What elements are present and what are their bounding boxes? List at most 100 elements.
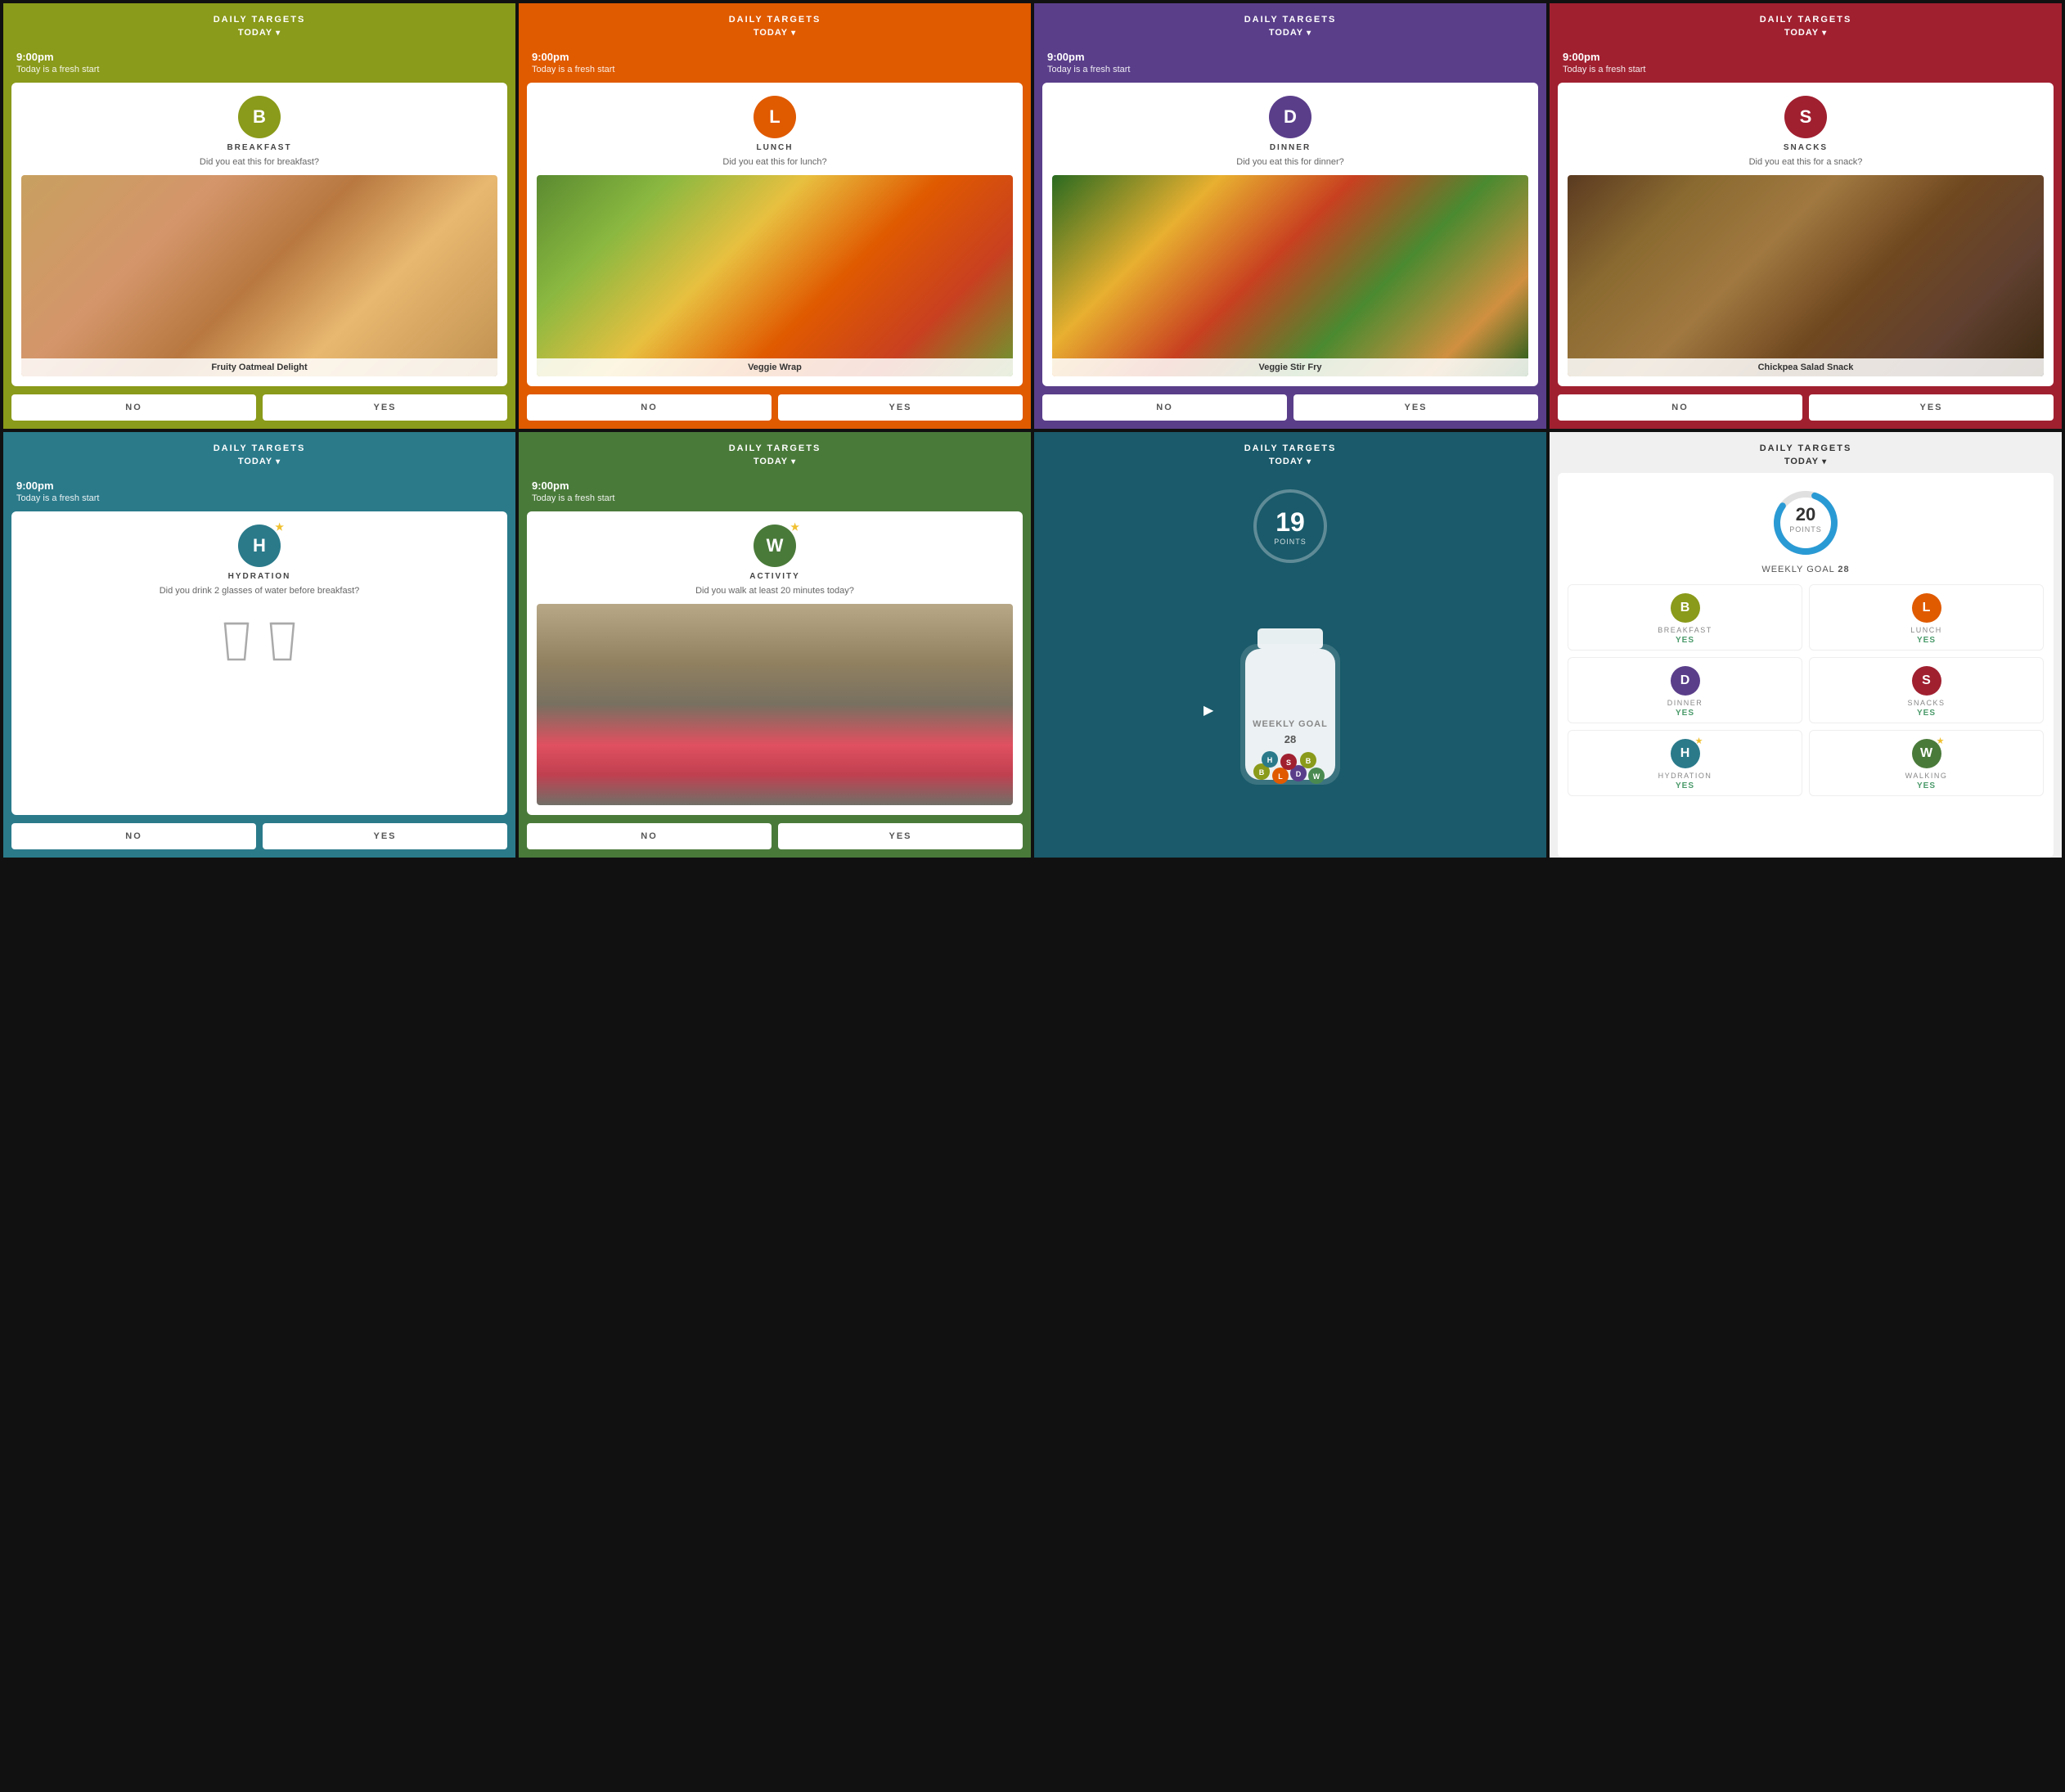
summary-item-lunch: L LUNCH YES [1809, 584, 2044, 651]
food-image: Veggie Wrap [537, 175, 1013, 376]
meal-icon: B [238, 96, 281, 138]
meal-icon: W ★ [754, 525, 796, 567]
answer-buttons: NO YES [1550, 386, 2062, 429]
svg-text:L: L [1278, 772, 1283, 781]
glass-icon [222, 620, 251, 663]
hydration-card-body: H ★ HYDRATION Did you drink 2 glasses of… [11, 511, 507, 815]
breakfast-status: YES [1676, 636, 1694, 645]
food-name: Fruity Oatmeal Delight [21, 358, 497, 376]
snacks-card: DAILY TARGETS TODAY 9:00pm Today is a fr… [1550, 3, 2062, 429]
lunch-label: LUNCH [1910, 626, 1942, 634]
points-card: DAILY TARGETS TODAY 19 POINTS B L D [1034, 432, 1546, 858]
today-label[interactable]: TODAY [16, 28, 502, 38]
dinner-card: DAILY TARGETS TODAY 9:00pm Today is a fr… [1034, 3, 1546, 429]
star-icon: ★ [1937, 736, 1945, 746]
yes-button[interactable]: YES [778, 823, 1023, 849]
svg-text:POINTS: POINTS [1789, 525, 1822, 534]
meal-question: Did you eat this for dinner? [1236, 157, 1343, 167]
food-name: Veggie Stir Fry [1052, 358, 1528, 376]
breakfast-card: DAILY TARGETS TODAY 9:00pm Today is a fr… [3, 3, 515, 429]
meal-question: Did you eat this for a snack? [1749, 157, 1863, 167]
meal-icon: S [1784, 96, 1827, 138]
svg-text:W: W [1313, 772, 1320, 781]
jar-illustration: B L D W H S B WEEKLY GOAL 28 [1217, 579, 1364, 841]
star-badge: ★ [275, 521, 284, 533]
yes-button[interactable]: YES [1293, 394, 1538, 421]
app-title: DAILY TARGETS [16, 15, 502, 25]
snacks-label: SNACKS [1907, 699, 1945, 707]
no-button[interactable]: NO [1558, 394, 1802, 421]
card-time: 9:00pm [1550, 44, 2062, 65]
meal-card-body: L LUNCH Did you eat this for lunch? Vegg… [527, 83, 1023, 386]
fresh-start: Today is a fresh start [519, 65, 1031, 83]
card-header: DAILY TARGETS TODAY [1034, 432, 1546, 473]
card-time: 9:00pm [519, 473, 1031, 493]
meal-icon: L [754, 96, 796, 138]
svg-text:WEEKLY GOAL: WEEKLY GOAL [1253, 719, 1328, 729]
fresh-start: Today is a fresh start [1034, 65, 1546, 83]
today-label[interactable]: TODAY [532, 28, 1018, 38]
fresh-start: Today is a fresh start [3, 493, 515, 511]
star-badge: ★ [790, 521, 799, 533]
yes-button[interactable]: YES [263, 394, 507, 421]
yes-button[interactable]: YES [263, 823, 507, 849]
app-title: DAILY TARGETS [1563, 15, 2049, 25]
hydration-status: YES [1676, 781, 1694, 790]
app-title: DAILY TARGETS [1563, 443, 2049, 453]
lunch-summary-icon: L [1912, 593, 1941, 623]
meal-type: SNACKS [1784, 143, 1828, 152]
breakfast-label: BREAKFAST [1658, 626, 1712, 634]
food-image: Fruity Oatmeal Delight [21, 175, 497, 376]
snacks-status: YES [1917, 709, 1936, 718]
activity-card-body: W ★ ACTIVITY Did you walk at least 20 mi… [527, 511, 1023, 815]
app-title: DAILY TARGETS [16, 443, 502, 453]
today-label[interactable]: TODAY [1563, 28, 2049, 38]
svg-text:20: 20 [1796, 504, 1815, 525]
meal-icon: D [1269, 96, 1311, 138]
summary-item-hydration: H ★ HYDRATION YES [1568, 730, 1802, 796]
play-arrow[interactable]: ▶ [1203, 702, 1213, 718]
summary-item-dinner: D DINNER YES [1568, 657, 1802, 723]
card-time: 9:00pm [3, 473, 515, 493]
card-header: DAILY TARGETS TODAY [1034, 3, 1546, 44]
meal-type: HYDRATION [228, 572, 291, 581]
answer-buttons: NO YES [3, 815, 515, 858]
card-header: DAILY TARGETS TODAY [3, 432, 515, 473]
meal-question: Did you eat this for breakfast? [200, 157, 319, 167]
yes-button[interactable]: YES [1809, 394, 2054, 421]
no-button[interactable]: NO [527, 823, 772, 849]
lunch-status: YES [1917, 636, 1936, 645]
today-label[interactable]: TODAY [532, 457, 1018, 466]
summary-body: 20 POINTS WEEKLY GOAL 28 B BREAKFAST YES… [1558, 473, 2054, 858]
today-label[interactable]: TODAY [1047, 457, 1533, 466]
fresh-start: Today is a fresh start [1550, 65, 2062, 83]
summary-items-grid: B BREAKFAST YES L LUNCH YES D DINNER YES… [1568, 584, 2044, 796]
no-button[interactable]: NO [527, 394, 772, 421]
fresh-start: Today is a fresh start [519, 493, 1031, 511]
meal-type: LUNCH [757, 143, 794, 152]
card-header: DAILY TARGETS TODAY [1550, 432, 2062, 473]
app-title: DAILY TARGETS [1047, 443, 1533, 453]
no-button[interactable]: NO [11, 823, 256, 849]
points-label: POINTS [1274, 538, 1307, 546]
no-button[interactable]: NO [1042, 394, 1287, 421]
hydration-card: DAILY TARGETS TODAY 9:00pm Today is a fr… [3, 432, 515, 858]
today-label[interactable]: TODAY [16, 457, 502, 466]
today-label[interactable]: TODAY [1047, 28, 1533, 38]
star-icon: ★ [1695, 736, 1703, 746]
points-value: 19 [1275, 507, 1305, 538]
breakfast-summary-icon: B [1671, 593, 1700, 623]
points-body: 19 POINTS B L D W H [1034, 473, 1546, 858]
dinner-summary-icon: D [1671, 666, 1700, 696]
today-label[interactable]: TODAY [1563, 457, 2049, 466]
meal-type: ACTIVITY [749, 572, 800, 581]
summary-card: DAILY TARGETS TODAY 20 POINTS WEEKLY GOA… [1550, 432, 2062, 858]
glass-icon [268, 620, 297, 663]
yes-button[interactable]: YES [778, 394, 1023, 421]
card-time: 9:00pm [3, 44, 515, 65]
svg-text:B: B [1259, 768, 1265, 777]
no-button[interactable]: NO [11, 394, 256, 421]
food-image: Chickpea Salad Snack [1568, 175, 2044, 376]
walking-status: YES [1917, 781, 1936, 790]
svg-text:B: B [1306, 757, 1311, 765]
